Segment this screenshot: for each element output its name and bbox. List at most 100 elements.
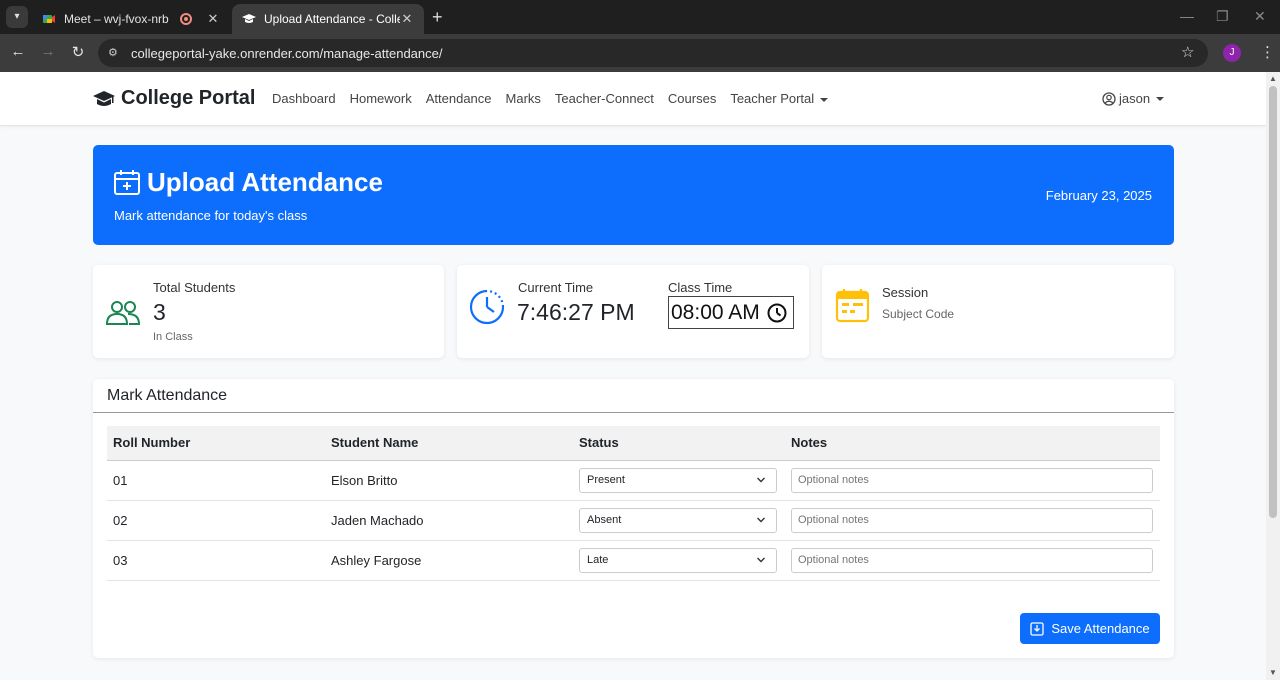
graduation-cap-icon [93, 90, 115, 106]
roll-number-cell: 01 [107, 460, 325, 501]
current-time-label: Current Time [518, 280, 594, 295]
close-tab-icon[interactable]: ✕ [400, 11, 414, 27]
status-cell: Absent [573, 500, 785, 541]
calendar-week-icon [835, 289, 870, 323]
hero-banner: Upload Attendance Mark attendance for to… [93, 145, 1174, 245]
save-attendance-button[interactable]: Save Attendance [1020, 613, 1160, 644]
meet-icon [43, 15, 55, 23]
roll-number-cell: 02 [107, 500, 325, 541]
site-navbar: College Portal Dashboard Homework Attend… [0, 72, 1266, 126]
tab-search-button[interactable]: ▾ [6, 6, 28, 28]
scroll-up-icon[interactable]: ▲ [1269, 74, 1277, 83]
tab-meet[interactable]: Meet – wvj-fvox-nrb ✕ [32, 4, 230, 34]
scrollbar-thumb[interactable] [1269, 86, 1277, 518]
table-row: 01 Elson Britto Present [107, 460, 1160, 501]
notes-input[interactable] [791, 467, 1153, 493]
scroll-down-icon[interactable]: ▼ [1269, 668, 1277, 677]
notes-input[interactable] [791, 507, 1153, 533]
session-label: Session [882, 285, 929, 300]
tab-upload-attendance[interactable]: Upload Attendance - College Portal ✕ [232, 4, 424, 34]
notes-cell [785, 460, 1160, 501]
notes-input[interactable] [791, 547, 1153, 573]
table-header-row: Roll Number Student Name Status Notes [107, 426, 1160, 461]
nav-links: Dashboard Homework Attendance Marks Teac… [272, 91, 842, 106]
nav-homework[interactable]: Homework [350, 91, 412, 106]
nav-attendance[interactable]: Attendance [426, 91, 492, 106]
time-picker-icon[interactable] [767, 303, 787, 323]
total-students-label: Total Students [153, 280, 236, 295]
restore-icon[interactable]: ❐ [1216, 8, 1229, 25]
notes-cell [785, 500, 1160, 541]
class-time-input[interactable]: 08:00 AM [668, 296, 794, 329]
col-notes: Notes [785, 426, 1160, 461]
current-date: February 23, 2025 [1045, 188, 1152, 203]
notes-cell [785, 540, 1160, 581]
class-time-label: Class Time [668, 280, 733, 295]
browser-menu-icon[interactable]: ⋮ [1260, 43, 1275, 61]
forward-icon[interactable]: → [38, 43, 58, 60]
minimize-icon[interactable]: — [1180, 8, 1194, 24]
mark-attendance-card: Mark Attendance Roll Number Student Name… [93, 379, 1174, 658]
status-value: Present [587, 474, 625, 486]
student-name-cell: Ashley Fargose [325, 540, 573, 581]
mark-attendance-heading: Mark Attendance [107, 387, 228, 404]
people-icon [106, 301, 140, 325]
nav-courses[interactable]: Courses [668, 91, 716, 106]
status-select[interactable]: Absent [579, 507, 777, 533]
chevron-down-icon [757, 557, 765, 562]
nav-teacher-portal-label: Teacher Portal [730, 91, 815, 106]
bookmark-star-icon[interactable]: ☆ [1181, 43, 1194, 61]
user-circle-icon [1102, 91, 1116, 106]
session-card: Session Subject Code [822, 265, 1174, 358]
status-select[interactable]: Late [579, 547, 777, 573]
site-settings-icon[interactable]: ⚙ [108, 46, 122, 60]
tab-title: Upload Attendance - College Portal [264, 12, 400, 26]
table-row: 03 Ashley Fargose Late [107, 540, 1160, 581]
calendar-plus-icon [114, 170, 140, 195]
profile-avatar[interactable]: J [1223, 44, 1241, 62]
chevron-down-icon [757, 477, 765, 482]
status-cell: Present [573, 460, 785, 501]
caret-down-icon [1156, 96, 1165, 101]
reload-icon[interactable]: ↻ [68, 43, 88, 61]
col-status: Status [573, 426, 785, 461]
subject-code-label: Subject Code [882, 307, 955, 321]
page-title: Upload Attendance [147, 167, 383, 197]
time-card: Current Time 7:46:27 PM Class Time 08:00… [457, 265, 809, 358]
class-time-value: 08:00 AM [671, 301, 760, 324]
total-students-caption: In Class [153, 331, 193, 343]
chevron-down-icon [757, 517, 765, 522]
status-select[interactable]: Present [579, 467, 777, 493]
tab-title: Meet – wvj-fvox-nrb [64, 12, 169, 26]
back-icon[interactable]: ← [8, 43, 28, 60]
url-text: collegeportal-yake.onrender.com/manage-a… [131, 46, 443, 61]
nav-teacher-connect[interactable]: Teacher-Connect [555, 91, 654, 106]
page-scrollbar[interactable]: ▲ ▼ [1266, 72, 1280, 680]
divider [93, 412, 1174, 413]
url-input[interactable]: ⚙ collegeportal-yake.onrender.com/manage… [98, 39, 1208, 67]
table-row: 02 Jaden Machado Absent [107, 500, 1160, 541]
total-students-card: Total Students 3 In Class [93, 265, 444, 358]
status-cell: Late [573, 540, 785, 581]
clock-icon [469, 289, 505, 325]
nav-marks[interactable]: Marks [506, 91, 541, 106]
current-time-value: 7:46:27 PM [517, 299, 635, 325]
browser-tab-bar: ▾ Meet – wvj-fvox-nrb ✕ Upload Attendanc… [0, 0, 1280, 34]
close-window-icon[interactable]: ✕ [1254, 8, 1266, 25]
user-menu[interactable]: jason [1102, 91, 1165, 106]
user-name: jason [1119, 91, 1151, 106]
student-name-cell: Elson Britto [325, 460, 573, 501]
page-subtitle: Mark attendance for today's class [114, 208, 308, 223]
close-tab-icon[interactable]: ✕ [206, 11, 220, 27]
roll-number-cell: 03 [107, 540, 325, 581]
nav-dashboard[interactable]: Dashboard [272, 91, 336, 106]
nav-teacher-portal-dropdown[interactable]: Teacher Portal [730, 91, 829, 106]
status-value: Absent [587, 514, 622, 526]
col-roll-number: Roll Number [107, 426, 325, 461]
save-attendance-label: Save Attendance [1051, 621, 1150, 636]
new-tab-button[interactable]: + [432, 7, 443, 28]
address-bar-row: ← → ↻ ⚙ collegeportal-yake.onrender.com/… [0, 34, 1280, 72]
graduation-cap-icon [242, 14, 256, 23]
brand-link[interactable]: College Portal [93, 87, 255, 110]
col-student-name: Student Name [325, 426, 573, 461]
